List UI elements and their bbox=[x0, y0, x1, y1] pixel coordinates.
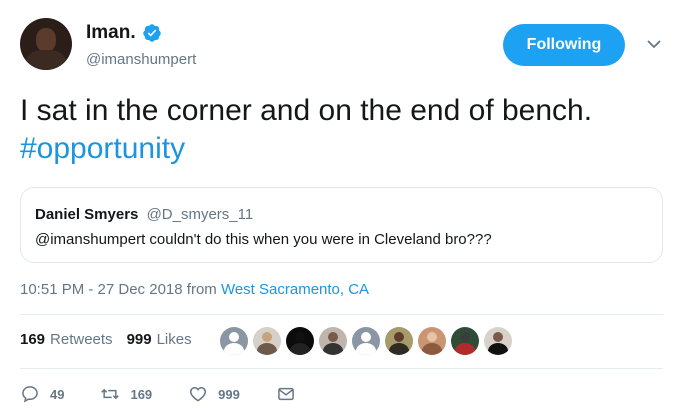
liker-avatar-body bbox=[290, 343, 310, 355]
liker-avatar[interactable] bbox=[418, 327, 446, 355]
message-button[interactable] bbox=[276, 384, 306, 404]
liker-avatar-body bbox=[323, 343, 343, 355]
envelope-icon bbox=[278, 387, 294, 401]
avatar-face bbox=[36, 28, 56, 52]
reply-icon bbox=[22, 386, 38, 403]
author-avatar[interactable] bbox=[20, 18, 72, 70]
likes-stat[interactable]: 999 Likes bbox=[127, 331, 192, 348]
from-label: from bbox=[186, 281, 217, 298]
tweet-body: I sat in the corner and on the end of be… bbox=[20, 94, 593, 127]
liker-avatar-head bbox=[394, 332, 404, 342]
liker-avatar-body bbox=[224, 343, 244, 355]
liker-avatar-body bbox=[356, 343, 376, 355]
liker-avatar[interactable] bbox=[220, 327, 248, 355]
tweet-timestamp[interactable]: 10:51 PM - 27 Dec 2018 bbox=[20, 281, 183, 298]
retweets-stat[interactable]: 169 Retweets bbox=[20, 331, 113, 348]
liker-avatar-body bbox=[422, 343, 442, 355]
likes-count: 999 bbox=[126, 331, 152, 348]
tweet-metadata: 10:51 PM - 27 Dec 2018 from West Sacrame… bbox=[20, 281, 369, 298]
liker-avatars bbox=[220, 327, 517, 355]
liker-avatar[interactable] bbox=[319, 327, 347, 355]
retweets-label: Retweets bbox=[50, 331, 113, 348]
liker-avatar-body bbox=[389, 343, 409, 355]
liker-avatar-head bbox=[493, 332, 503, 342]
liker-avatar[interactable] bbox=[385, 327, 413, 355]
retweet-icon bbox=[101, 388, 120, 400]
avatar-body bbox=[26, 50, 66, 70]
tweet-actions: 49 169 999 bbox=[20, 384, 342, 404]
retweet-count: 169 bbox=[130, 386, 153, 402]
liker-avatar-head bbox=[427, 332, 437, 342]
author-handle[interactable]: @imanshumpert bbox=[86, 51, 196, 68]
quote-header: Daniel Smyers @D_smyers_11 bbox=[35, 206, 253, 223]
following-button[interactable]: Following bbox=[503, 24, 625, 66]
like-count: 999 bbox=[218, 386, 240, 402]
tweet-text: I sat in the corner and on the end of be… bbox=[20, 92, 670, 168]
likes-label: Likes bbox=[156, 331, 192, 348]
liker-avatar-head bbox=[262, 332, 272, 342]
reply-button[interactable]: 49 bbox=[20, 384, 64, 404]
liker-avatar[interactable] bbox=[451, 327, 479, 355]
quote-author-handle: @D_smyers_11 bbox=[146, 206, 254, 223]
liker-avatar[interactable] bbox=[286, 327, 314, 355]
liker-avatar[interactable] bbox=[253, 327, 281, 355]
liker-avatar-head bbox=[361, 332, 371, 342]
quoted-tweet[interactable]: Daniel Smyers @D_smyers_11 @imanshumpert… bbox=[20, 187, 663, 263]
liker-avatar-head bbox=[328, 332, 338, 342]
like-button[interactable]: 999 bbox=[188, 384, 240, 404]
liker-avatar[interactable] bbox=[352, 327, 380, 355]
retweet-button[interactable]: 169 bbox=[100, 384, 152, 404]
reply-count: 49 bbox=[50, 386, 65, 402]
chevron-down-icon[interactable] bbox=[646, 38, 662, 50]
location-link[interactable]: West Sacramento, CA bbox=[221, 281, 369, 298]
liker-avatar[interactable] bbox=[484, 327, 512, 355]
liker-avatar-body bbox=[455, 343, 475, 355]
liker-avatar-body bbox=[488, 343, 508, 355]
liker-avatar-head bbox=[295, 332, 305, 342]
divider bbox=[20, 368, 663, 369]
liker-avatar-head bbox=[460, 332, 470, 342]
heart-icon bbox=[190, 386, 207, 402]
retweets-count: 169 bbox=[20, 331, 46, 348]
liker-avatar-head bbox=[229, 332, 239, 342]
quote-author-name: Daniel Smyers bbox=[35, 206, 139, 223]
author-display-name[interactable]: Iman. bbox=[86, 22, 136, 44]
engagement-stats: 169 Retweets 999 Likes bbox=[20, 331, 206, 348]
liker-avatar-body bbox=[257, 343, 277, 355]
divider bbox=[20, 314, 663, 315]
author-name-row: Iman. bbox=[86, 22, 162, 44]
hashtag-link[interactable]: #opportunity bbox=[20, 132, 185, 165]
quote-text: @imanshumpert couldn't do this when you … bbox=[35, 231, 492, 248]
verified-badge-icon bbox=[142, 24, 161, 42]
